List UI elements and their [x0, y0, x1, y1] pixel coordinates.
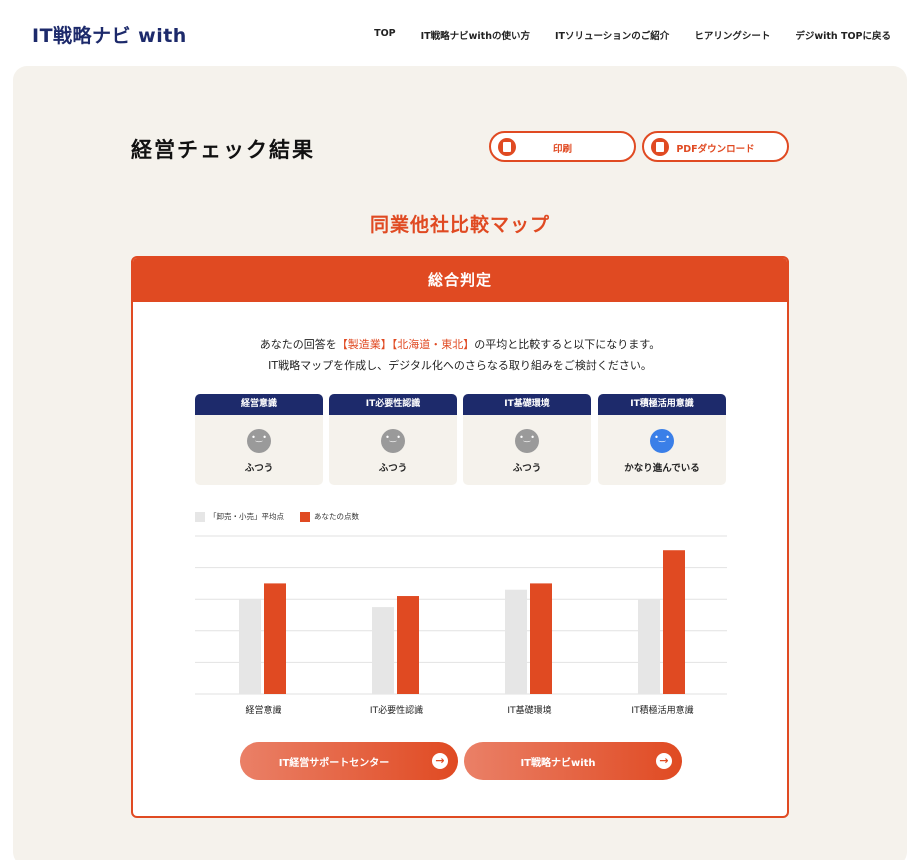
global-nav: TOP IT戦略ナビwithの使い方 ITソリューションのご紹介 ヒアリングシー… [374, 28, 891, 42]
nav-item-back-to-top[interactable]: デジwith TOPに戻る [795, 28, 891, 42]
tile-value: ふつう [378, 463, 408, 474]
tile-value: ふつう [512, 463, 542, 474]
tile-it-utilization: IT積極活用意識 かなり進んでいる [598, 394, 726, 485]
tile-title: 経営意識 [195, 394, 323, 415]
overall-judgement-card: 総合判定 あなたの回答を【製造業】【北海道・東北】の平均と比較すると以下になりま… [131, 256, 789, 818]
print-button[interactable]: 印刷 [489, 131, 636, 162]
legend-swatch-yours [300, 511, 310, 522]
pdf-button-label: PDFダウンロード [676, 144, 755, 155]
it-navi-with-button[interactable]: IT戦略ナビwith → [464, 742, 682, 780]
arrow-right-icon: → [656, 753, 672, 769]
intro-suffix: の平均と比較すると以下になります。 [474, 338, 661, 351]
bar-average [638, 599, 660, 694]
legend-yours-label: あなたの点数 [314, 512, 359, 521]
judgement-tiles: 経営意識 ふつう IT必要性認識 ふつう IT基礎環境 ふつう IT積極活用意識… [195, 394, 726, 485]
tile-it-infrastructure: IT基礎環境 ふつう [463, 394, 591, 485]
bar-average [239, 599, 261, 694]
chart-legend: 「卸売・小売」平均点 あなたの点数 [195, 511, 359, 522]
tile-title: IT基礎環境 [463, 394, 591, 415]
tile-it-necessity: IT必要性認識 ふつう [329, 394, 457, 485]
bar-yours [264, 583, 286, 694]
arrow-right-icon: → [432, 753, 448, 769]
bar-yours [530, 583, 552, 694]
bar-average [505, 589, 527, 694]
intro-line-1: あなたの回答を【製造業】【北海道・東北】の平均と比較すると以下になります。 [133, 334, 787, 355]
nav-item-how-to-use[interactable]: IT戦略ナビwithの使い方 [421, 28, 530, 42]
x-tick-label: IT基礎環境 [507, 704, 551, 716]
bar-yours [397, 596, 419, 694]
site-logo[interactable]: IT戦略ナビ with [32, 21, 187, 48]
intro-prefix: あなたの回答を [259, 338, 337, 351]
pdf-download-button[interactable]: PDFダウンロード [642, 131, 789, 162]
legend-average-label: 「卸売・小売」平均点 [209, 512, 284, 521]
neutral-face-icon [381, 429, 405, 453]
it-support-center-button[interactable]: IT経営サポートセンター → [240, 742, 458, 780]
intro-line-2: IT戦略マップを作成し、デジタル化へのさらなる取り組みをご検討ください。 [268, 359, 652, 372]
nav-item-solutions[interactable]: ITソリューションのご紹介 [555, 28, 669, 42]
comparison-bar-chart: 経営意識 IT必要性認識 IT基礎環境 IT積極活用意識 [195, 535, 727, 716]
nav-item-top[interactable]: TOP [374, 28, 396, 42]
print-button-label: 印刷 [552, 144, 572, 155]
tile-value: かなり進んでいる [624, 463, 700, 474]
legend-average: 「卸売・小売」平均点 [195, 511, 284, 522]
site-header: IT戦略ナビ with TOP IT戦略ナビwithの使い方 ITソリューション… [0, 0, 920, 66]
legend-swatch-average [195, 511, 205, 522]
bar-yours [663, 550, 685, 694]
neutral-face-icon [515, 429, 539, 453]
tile-title: IT積極活用意識 [598, 394, 726, 415]
nav-item-hearing-sheet[interactable]: ヒアリングシート [694, 28, 770, 42]
tile-management-awareness: 経営意識 ふつう [195, 394, 323, 485]
x-tick-label: IT必要性認識 [370, 704, 423, 716]
region-tag: 【北海道・東北】 [391, 338, 475, 351]
navi-button-label: IT戦略ナビwith [520, 758, 596, 769]
x-tick-label: IT積極活用意識 [631, 704, 693, 716]
x-tick-label: 経営意識 [245, 704, 281, 716]
page-title: 経営チェック結果 [131, 138, 315, 162]
happy-face-icon [650, 429, 674, 453]
tile-value: ふつう [244, 463, 274, 474]
support-button-label: IT経営サポートセンター [278, 758, 390, 769]
section-title: 同業他社比較マップ [369, 214, 550, 236]
tile-title: IT必要性認識 [329, 394, 457, 415]
neutral-face-icon [247, 429, 271, 453]
card-heading: 総合判定 [133, 258, 787, 302]
legend-yours: あなたの点数 [300, 511, 359, 522]
bar-average [372, 607, 394, 694]
industry-tag: 【製造業】 [336, 338, 392, 351]
intro-text: あなたの回答を【製造業】【北海道・東北】の平均と比較すると以下になります。 IT… [133, 334, 787, 376]
